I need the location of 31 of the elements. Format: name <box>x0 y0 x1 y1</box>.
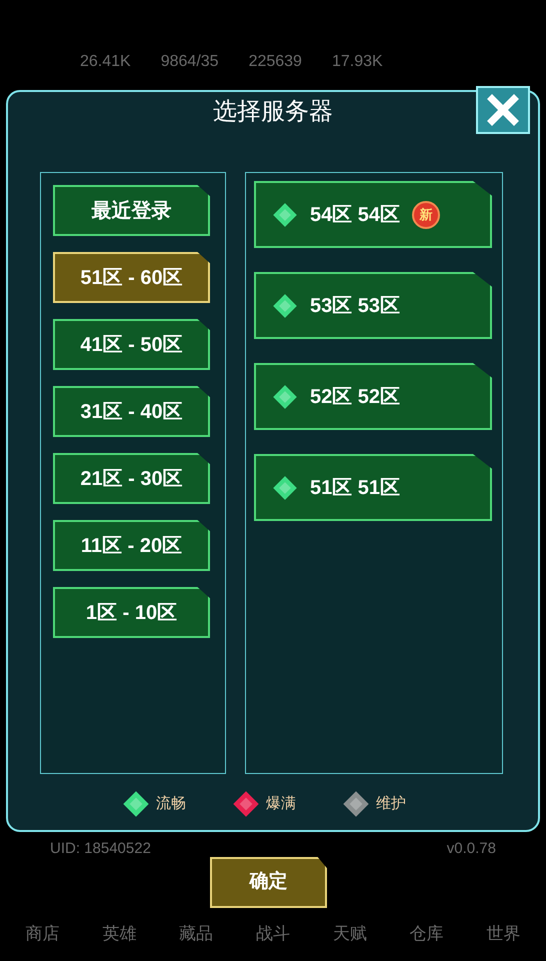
server-item[interactable]: 54区 54区 新 <box>254 181 492 248</box>
resource-count: 225639 <box>248 52 302 72</box>
nav-tab[interactable]: 世界 <box>486 920 520 946</box>
group-tab[interactable]: 1区 - 10区 <box>53 587 210 638</box>
nav-tab[interactable]: 仓库 <box>410 920 444 946</box>
group-tab[interactable]: 31区 - 40区 <box>53 386 210 437</box>
nav-tab[interactable]: 天赋 <box>332 920 367 946</box>
group-tab[interactable]: 51区 - 60区 <box>53 252 210 303</box>
nav-tab[interactable]: 英雄 <box>102 920 136 946</box>
version-label: v0.0.78 <box>446 839 496 859</box>
uid-label: UID: 18540522 <box>50 839 151 859</box>
nav-tab[interactable]: 商店 <box>25 920 60 946</box>
resource-count: 9864/35 <box>160 52 219 72</box>
group-tab[interactable]: 11区 - 20区 <box>53 520 210 571</box>
server-item[interactable]: 51区 51区 <box>254 454 492 521</box>
group-tab[interactable]: 41区 - 50区 <box>53 319 210 370</box>
legend-label: 流畅 <box>156 794 186 814</box>
confirm-button[interactable]: 确定 <box>210 857 327 908</box>
nav-tab[interactable]: 战斗 <box>256 920 290 946</box>
legend-label: 爆满 <box>266 794 296 814</box>
server-item[interactable]: 53区 53区 <box>254 272 492 339</box>
new-badge: 新 <box>412 200 440 228</box>
group-tab[interactable]: 最近登录 <box>53 185 210 236</box>
nav-tab[interactable]: 藏品 <box>179 920 214 946</box>
resource-count: 26.41K <box>80 52 131 72</box>
close-button[interactable] <box>476 86 530 134</box>
group-tab[interactable]: 21区 - 30区 <box>53 453 210 504</box>
resource-count: 17.93K <box>332 52 383 72</box>
dialog-title: 选择服务器 <box>213 97 333 127</box>
legend-label: 维护 <box>376 794 406 814</box>
server-item[interactable]: 52区 52区 <box>254 363 492 430</box>
